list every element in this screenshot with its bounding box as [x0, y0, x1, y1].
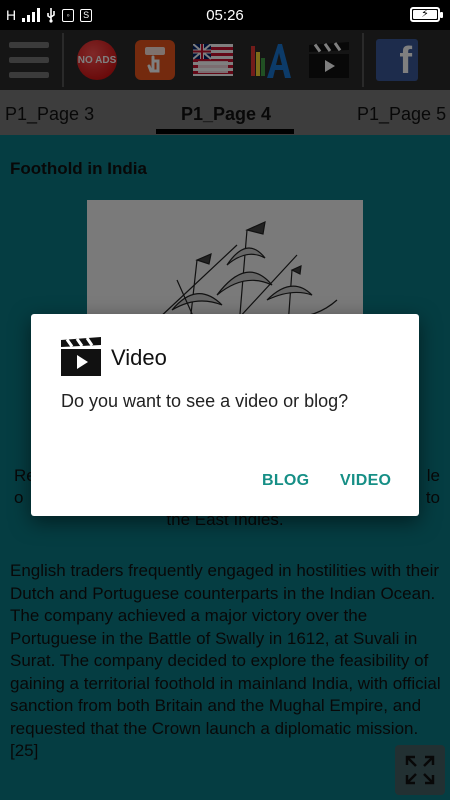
video-button-dialog[interactable]: VIDEO — [340, 472, 391, 490]
battery-charging-icon: ⚡ — [410, 7, 443, 22]
dialog-title: Video — [111, 345, 167, 370]
status-bar: H ◦ S 05:26 ⚡ — [0, 0, 450, 30]
clock: 05:26 — [206, 7, 244, 24]
dialog-message: Do you want to see a video or blog? — [61, 391, 349, 411]
video-dialog: Video Do you want to see a video or blog… — [31, 314, 419, 516]
charging-bolt-icon: ⚡ — [421, 8, 429, 20]
blog-button[interactable]: BLOG — [262, 472, 309, 490]
status-right: ⚡ — [410, 7, 443, 22]
video-clapper-icon — [61, 337, 101, 376]
